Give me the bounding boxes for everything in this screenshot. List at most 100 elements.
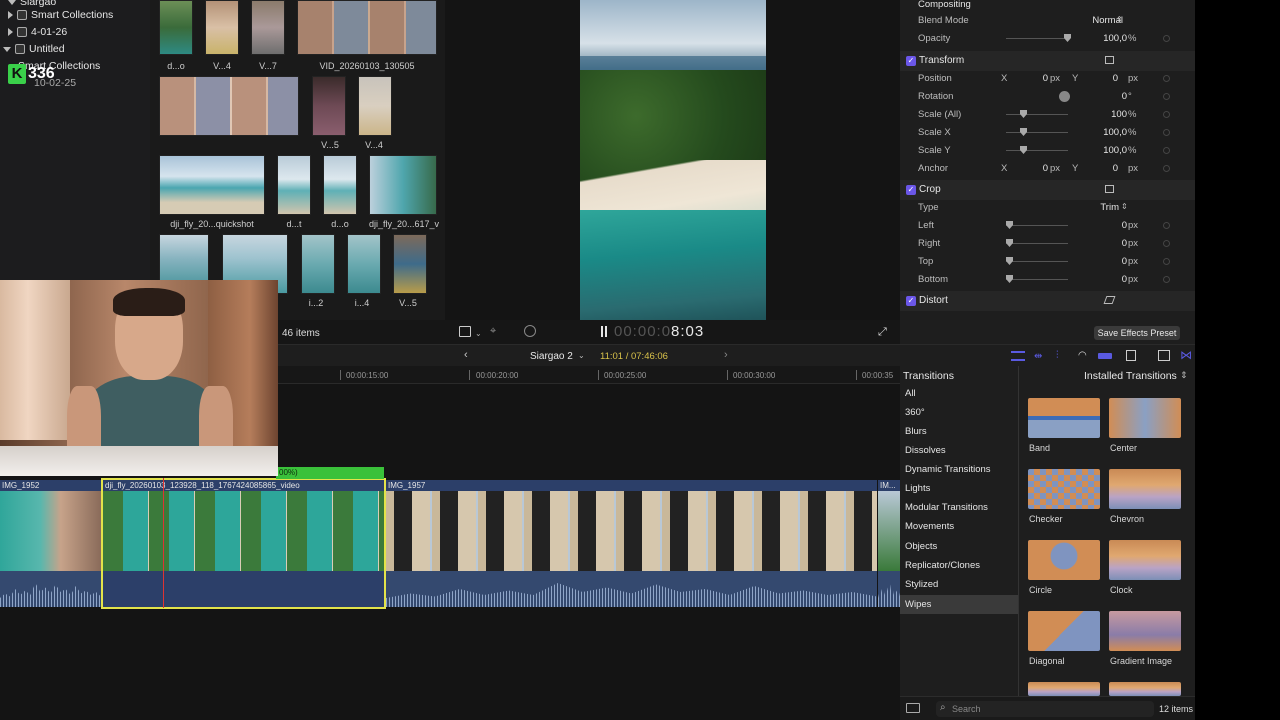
category-all[interactable]: All (900, 384, 1018, 403)
solo-icon[interactable] (1098, 353, 1112, 359)
rotation-dial[interactable] (1059, 91, 1070, 102)
library-untitled[interactable]: Untitled (3, 41, 65, 57)
anchor-row[interactable]: Anchor X 0 px Y 0 px (900, 160, 1195, 177)
transition-thumb[interactable] (1028, 682, 1100, 696)
transition-thumb[interactable] (1028, 611, 1100, 651)
crop-section[interactable]: ✓ Crop (900, 180, 1195, 200)
transition-thumb[interactable] (1109, 682, 1181, 696)
category-dissolves[interactable]: Dissolves (900, 441, 1018, 460)
transition-thumb[interactable] (1109, 398, 1181, 438)
category-lights[interactable]: Lights (900, 479, 1018, 498)
disclosure-right-icon[interactable] (8, 28, 13, 36)
keyframe-icon[interactable] (1163, 93, 1170, 100)
audio-skimming-icon[interactable]: ◠ (1078, 350, 1087, 361)
view-options-icon[interactable] (459, 326, 471, 337)
playhead[interactable] (163, 478, 164, 608)
crop-type-popup[interactable]: Trim (1100, 202, 1119, 213)
keyframe-icon[interactable] (1163, 147, 1170, 154)
transitions-browser-icon[interactable]: ⋈ (1180, 348, 1192, 362)
stepper-icon[interactable]: ⇕ (1180, 370, 1188, 381)
checkbox-checked-icon[interactable]: ✓ (906, 185, 916, 195)
retime-icon[interactable] (524, 325, 536, 337)
category-dynamic[interactable]: Dynamic Transitions (900, 460, 1018, 479)
slider-knob[interactable] (1020, 146, 1027, 154)
crop-top-slider[interactable] (1006, 261, 1068, 262)
keyframe-icon[interactable] (1163, 258, 1170, 265)
browser-clip[interactable] (369, 155, 437, 215)
clip-appearance-icon[interactable] (1011, 351, 1025, 361)
timeline-ruler[interactable]: 00:00:15:00 00:00:20:00 00:00:25:00 00:0… (278, 366, 900, 384)
crop-left-slider[interactable] (1006, 225, 1068, 226)
slider-knob[interactable] (1006, 257, 1013, 265)
chevron-down-icon[interactable]: ⌄ (475, 329, 482, 338)
magic-wand-icon[interactable]: ⌖ (490, 325, 496, 338)
transition-thumb[interactable] (1109, 540, 1181, 580)
chevron-down-icon[interactable]: ⌄ (578, 351, 585, 360)
keyframe-icon[interactable] (1163, 222, 1170, 229)
snapping-icon[interactable]: ⇹ (1034, 351, 1042, 362)
onscreen-control-icon[interactable] (1105, 185, 1114, 193)
browser-clip[interactable] (159, 155, 265, 215)
keyframe-icon[interactable] (1163, 240, 1170, 247)
disclosure-down-icon[interactable] (3, 46, 11, 52)
effects-browser-icon[interactable] (1126, 350, 1136, 361)
category-modular[interactable]: Modular Transitions (900, 498, 1018, 517)
disclosure-down-icon[interactable] (8, 0, 16, 5)
save-effects-preset-button[interactable]: Save Effects Preset (1094, 326, 1180, 340)
transform-section[interactable]: ✓ Transform (900, 51, 1195, 71)
transition-thumb[interactable] (1028, 540, 1100, 580)
transition-thumb[interactable] (1028, 398, 1100, 438)
blend-mode-row[interactable]: Blend Mode Normal ⇕ (900, 12, 1195, 29)
category-movements[interactable]: Movements (900, 517, 1018, 536)
opacity-slider[interactable] (1006, 38, 1068, 39)
browser-clip[interactable] (205, 0, 239, 55)
browser-clip[interactable] (159, 76, 299, 136)
disclosure-right-icon[interactable] (8, 11, 13, 19)
smart-collections-item[interactable]: Smart Collections (8, 7, 113, 23)
pause-icon[interactable] (601, 326, 607, 337)
skimming-icon[interactable]: ⫶ (1056, 350, 1059, 361)
slider-knob[interactable] (1020, 110, 1027, 118)
browser-clip[interactable] (277, 155, 311, 215)
browser-clip[interactable] (347, 234, 381, 294)
scale-x-row[interactable]: Scale X 100,0% (900, 124, 1195, 141)
forward-arrow-icon[interactable]: › (724, 349, 728, 361)
back-arrow-icon[interactable]: ‹ (464, 349, 468, 361)
stepper-icon[interactable]: ⇕ (1121, 202, 1128, 211)
transition-thumb[interactable] (1028, 469, 1100, 509)
category-blurs[interactable]: Blurs (900, 422, 1018, 441)
checkbox-checked-icon[interactable]: ✓ (906, 296, 916, 306)
category-wipes[interactable]: Wipes (900, 595, 1018, 614)
timeline-clip[interactable]: IMG_1952 (0, 480, 101, 607)
crop-type-row[interactable]: Type Trim ⇕ (900, 199, 1195, 216)
slider-knob[interactable] (1006, 275, 1013, 283)
category-stylized[interactable]: Stylized (900, 575, 1018, 594)
distort-control-icon[interactable] (1103, 296, 1116, 304)
crop-top-row[interactable]: Top 0 px (900, 253, 1195, 270)
position-row[interactable]: Position X 0 px Y 0 px (900, 70, 1195, 87)
keyframe-icon[interactable] (1163, 35, 1170, 42)
slider-knob[interactable] (1020, 128, 1027, 136)
opacity-row[interactable]: Opacity 100,0% (900, 30, 1195, 47)
browser-clip[interactable] (312, 76, 346, 136)
browser-clip[interactable] (297, 0, 437, 55)
crop-left-row[interactable]: Left 0 px (900, 217, 1195, 234)
keyframe-icon[interactable] (1163, 165, 1170, 172)
viewer-video-frame[interactable] (580, 0, 766, 320)
timeline-clip-selected[interactable]: dji_fly_20260103_123928_118_176742408586… (101, 478, 386, 609)
onscreen-control-icon[interactable] (1105, 56, 1114, 64)
browser-clip[interactable] (323, 155, 357, 215)
keyframe-icon[interactable] (1163, 111, 1170, 118)
keyframe-icon[interactable] (1163, 75, 1170, 82)
sidebar-toggle-icon[interactable] (906, 703, 920, 713)
stepper-icon[interactable]: ⇕ (1116, 15, 1123, 24)
retime-bar[interactable]: 00%) (276, 467, 384, 479)
crop-right-slider[interactable] (1006, 243, 1068, 244)
scale-all-row[interactable]: Scale (All) 100% (900, 106, 1195, 123)
installed-transitions-popup[interactable]: Installed Transitions (1084, 370, 1177, 382)
scale-x-slider[interactable] (1006, 132, 1068, 133)
transition-thumb[interactable] (1109, 469, 1181, 509)
category-replicator[interactable]: Replicator/Clones (900, 556, 1018, 575)
scale-y-row[interactable]: Scale Y 100,0% (900, 142, 1195, 159)
scale-y-slider[interactable] (1006, 150, 1068, 151)
